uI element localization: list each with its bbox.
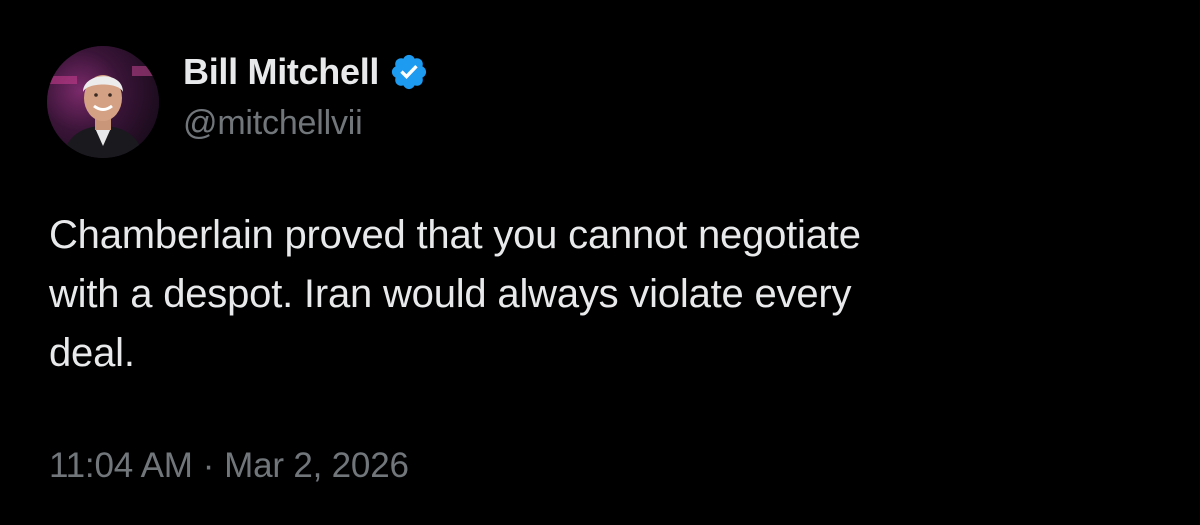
tweet-text-line: Chamberlain proved that you cannot negot… <box>49 213 861 257</box>
avatar[interactable] <box>47 46 159 158</box>
name-row: Bill Mitchell <box>183 48 429 96</box>
meta-separator: · <box>202 446 215 485</box>
tweet: Bill Mitchell @mitchellvii Chamberlain p… <box>0 0 1200 525</box>
tweet-text-line: with a despot. Iran would always violate… <box>49 272 852 316</box>
handle[interactable]: @mitchellvii <box>183 104 429 143</box>
avatar-photo <box>47 46 159 158</box>
tweet-meta: 11:04 AM · Mar 2, 2026 <box>49 446 409 486</box>
tweet-date[interactable]: Mar 2, 2026 <box>224 446 409 486</box>
author-block: Bill Mitchell @mitchellvii <box>183 48 429 143</box>
tweet-text: Chamberlain proved that you cannot negot… <box>49 206 1159 383</box>
tweet-time[interactable]: 11:04 AM <box>49 446 193 486</box>
verified-badge-icon <box>389 52 429 92</box>
display-name[interactable]: Bill Mitchell <box>183 51 379 93</box>
tweet-text-line: deal. <box>49 331 135 375</box>
